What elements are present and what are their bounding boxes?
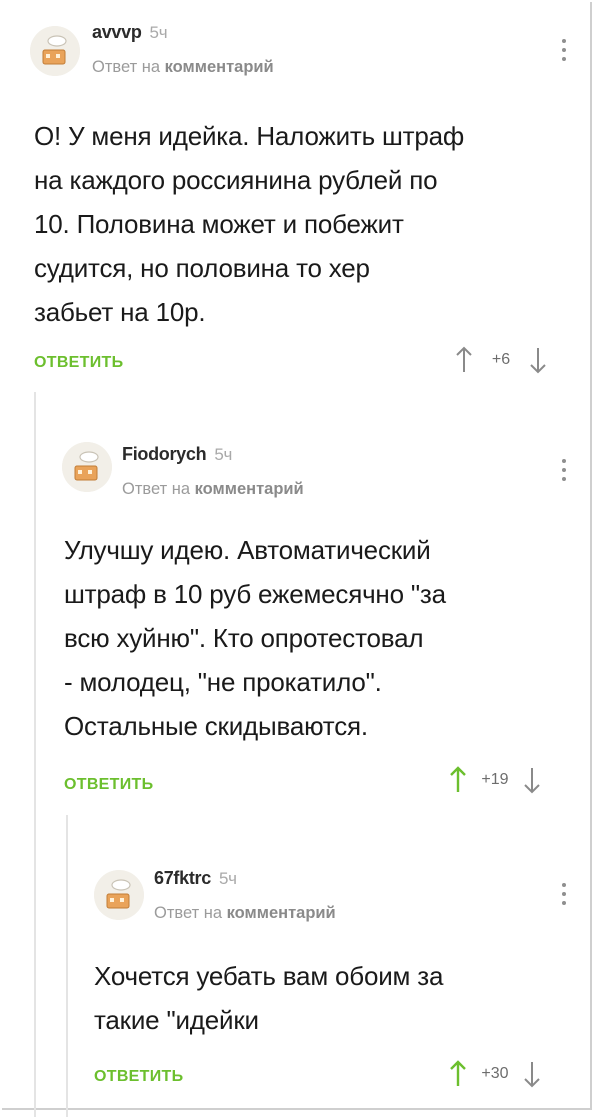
avatar-icon[interactable] bbox=[30, 26, 80, 76]
comment-age: 5ч bbox=[149, 23, 168, 42]
arrow-up-icon[interactable] bbox=[456, 346, 472, 374]
more-vertical-icon[interactable] bbox=[558, 36, 570, 66]
thread-line-level-2 bbox=[66, 815, 68, 1117]
comment-text: О! У меня идейка. Наложить штраф на каждо… bbox=[34, 121, 465, 327]
thread-line-level-1 bbox=[34, 392, 36, 1117]
rating-value: +19 bbox=[481, 771, 509, 788]
more-vertical-icon[interactable] bbox=[558, 456, 570, 486]
comment-text: Улучшу идею. Автоматический штраф в 10 ру… bbox=[64, 535, 446, 741]
comment-author[interactable]: Fiodorych 5ч bbox=[122, 444, 232, 465]
reply-button[interactable]: ОТВЕТИТЬ bbox=[34, 354, 123, 372]
arrow-up-icon[interactable] bbox=[450, 766, 466, 794]
reply-button[interactable]: ОТВЕТИТЬ bbox=[64, 776, 153, 794]
comment-age: 5ч bbox=[218, 869, 237, 888]
avatar-icon[interactable] bbox=[62, 442, 112, 492]
reply-to-label[interactable]: Ответ на комментарий bbox=[92, 58, 274, 77]
arrow-up-icon[interactable] bbox=[450, 1060, 466, 1088]
comment-text: Хочется уебать вам обоим за такие "идейки bbox=[94, 961, 444, 1035]
comment-author[interactable]: 67fktrc 5ч bbox=[154, 868, 237, 889]
avatar-icon[interactable] bbox=[94, 870, 144, 920]
arrow-down-icon[interactable] bbox=[524, 766, 540, 794]
reply-to-label[interactable]: Ответ на комментарий bbox=[154, 904, 336, 923]
comment-author[interactable]: avvvp 5ч bbox=[92, 22, 168, 43]
reply-to-label[interactable]: Ответ на комментарий bbox=[122, 480, 304, 499]
vote-controls: +6 bbox=[456, 346, 546, 374]
more-vertical-icon[interactable] bbox=[558, 880, 570, 910]
vote-controls: +19 bbox=[450, 766, 540, 794]
arrow-down-icon[interactable] bbox=[530, 346, 546, 374]
arrow-down-icon[interactable] bbox=[524, 1060, 540, 1088]
comment-age: 5ч bbox=[214, 445, 233, 464]
vote-controls: +30 bbox=[450, 1060, 540, 1088]
rating-value: +30 bbox=[481, 1065, 509, 1082]
rating-value: +6 bbox=[491, 351, 511, 368]
reply-button[interactable]: ОТВЕТИТЬ bbox=[94, 1068, 183, 1086]
